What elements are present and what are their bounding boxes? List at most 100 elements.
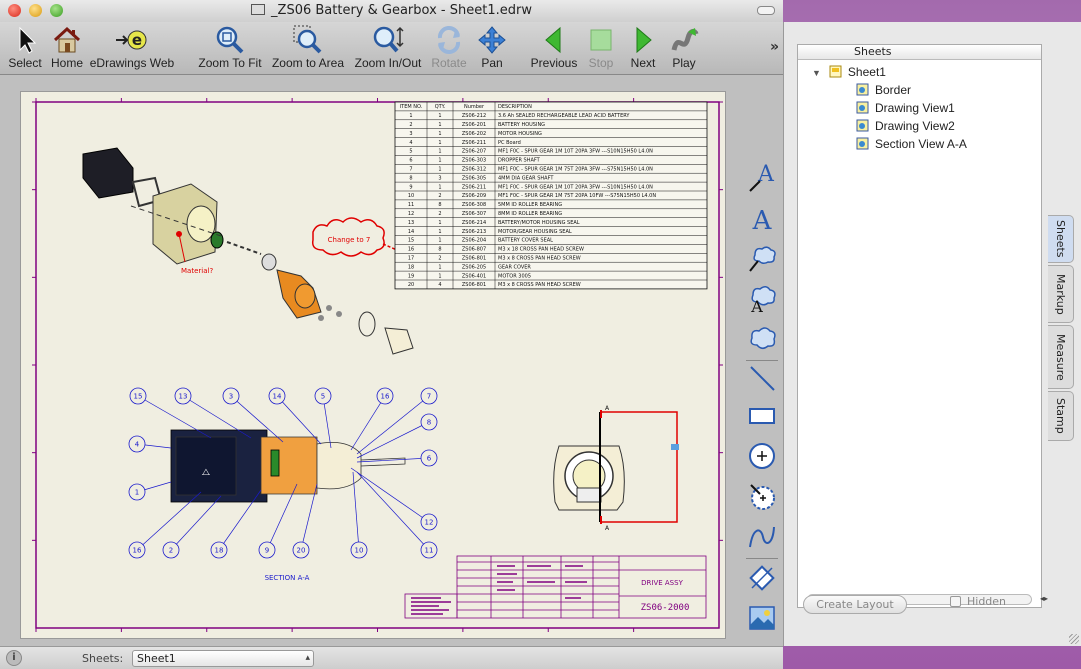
create-layout-button[interactable]: Create Layout xyxy=(803,595,907,614)
text-tool[interactable]: A xyxy=(744,200,780,236)
tab-stamp[interactable]: Stamp xyxy=(1048,391,1074,441)
bom-cell: ZS06-401 xyxy=(462,273,486,279)
bom-cell: 1 xyxy=(438,158,441,164)
bom-cell: DROPPER SHAFT xyxy=(498,158,541,164)
section-watermark-text: ⧍ xyxy=(202,468,211,478)
section-arrow-label-top: A xyxy=(605,405,610,412)
image-tool[interactable] xyxy=(744,600,780,636)
bom-cell: ZS06-307 xyxy=(462,211,486,217)
window-title: _ZS06 Battery & Gearbox - Sheet1.edrw xyxy=(271,3,532,18)
cloud-text-tool[interactable]: A xyxy=(744,280,780,316)
zoom-in-out-button[interactable]: Zoom In/Out xyxy=(350,24,426,74)
bom-cell: 4MM DIA GEAR SHAFT xyxy=(498,175,554,181)
svg-text:A: A xyxy=(752,206,773,233)
tree-item-drawing-view2[interactable]: Drawing View2 xyxy=(856,117,955,135)
scroll-arrows-icon[interactable]: ◂▸ xyxy=(1040,594,1048,603)
next-icon xyxy=(636,26,652,54)
zoom-window-button[interactable] xyxy=(50,4,63,17)
zoom-to-area-button[interactable]: Zoom to Area xyxy=(268,24,348,74)
zoom-area-icon xyxy=(293,25,322,54)
tab-markup[interactable]: Markup xyxy=(1048,265,1074,323)
svg-text:e: e xyxy=(132,31,142,49)
bom-cell: 2 xyxy=(438,193,441,199)
edrawings-web-button[interactable]: e eDrawings Web xyxy=(88,24,176,74)
tab-measure[interactable]: Measure xyxy=(1048,325,1074,389)
bom-cell: 12 xyxy=(408,211,414,217)
balloon-number: 5 xyxy=(321,393,325,401)
toolbar-toggle-button[interactable] xyxy=(757,6,775,15)
next-button[interactable]: Next xyxy=(624,24,662,74)
pan-button[interactable]: Pan xyxy=(472,24,512,74)
bom-cell: ZS06-209 xyxy=(462,193,486,199)
hidden-checkbox[interactable] xyxy=(950,596,961,607)
stop-button[interactable]: Stop xyxy=(584,24,618,74)
play-button[interactable]: Play xyxy=(664,24,704,74)
bom-cell: 13 xyxy=(408,220,414,226)
balloon-number: 4 xyxy=(135,441,140,449)
line-tool[interactable] xyxy=(744,360,780,396)
toolbar-overflow-button[interactable]: » xyxy=(770,39,779,55)
minimize-window-button[interactable] xyxy=(29,4,42,17)
zoom-to-fit-button[interactable]: Zoom To Fit xyxy=(194,24,266,74)
bom-cell: 4 xyxy=(438,282,441,288)
balloon-number: 15 xyxy=(134,393,143,401)
balloon-number: 13 xyxy=(179,393,188,401)
drawing-sheet[interactable]: Change to 7 Material? ITEM NO. QTY. Number… xyxy=(20,91,726,639)
bom-cell: 5 xyxy=(409,149,412,155)
bom-cell: BATTERY HOUSING xyxy=(498,122,545,128)
sheets-label: Sheets: xyxy=(82,652,124,665)
text-icon: A xyxy=(752,206,773,233)
spline-tool[interactable] xyxy=(744,518,780,554)
balloon-number: 20 xyxy=(297,547,306,555)
bom-cell: 1 xyxy=(409,113,412,119)
bom-cell: BATTERY/MOTOR HOUSING SEAL xyxy=(498,220,580,226)
bom-cell: 4 xyxy=(409,140,412,146)
tree-item-section-view[interactable]: Section View A-A xyxy=(856,135,967,153)
rotate-button[interactable]: Rotate xyxy=(428,24,470,74)
drawing-viewport[interactable]: Change to 7 Material? ITEM NO. QTY. Number… xyxy=(0,75,783,646)
info-button[interactable]: i xyxy=(6,650,22,666)
close-window-button[interactable] xyxy=(8,4,21,17)
cloud-tool[interactable] xyxy=(744,320,780,356)
select-button[interactable]: Select xyxy=(4,24,46,74)
bom-cell: ZS06-801 xyxy=(462,282,486,288)
balloon-number: 16 xyxy=(133,547,142,555)
tab-sheets[interactable]: Sheets xyxy=(1048,215,1074,263)
tree-item-border[interactable]: Border xyxy=(856,81,911,99)
dimension-tool[interactable] xyxy=(744,560,780,596)
sheet-icon xyxy=(829,65,842,78)
home-button[interactable]: Home xyxy=(46,24,88,74)
stop-icon xyxy=(590,29,612,51)
svg-text:A: A xyxy=(757,163,775,187)
rectangle-tool[interactable] xyxy=(744,398,780,434)
view-icon xyxy=(856,83,869,96)
sheets-select[interactable]: Sheet1 ▴▾ xyxy=(132,650,314,669)
bill-of-materials: ITEM NO. QTY. Number DESCRIPTION1 1 ZS06-212 3… xyxy=(394,101,708,290)
circle-leader-tool[interactable] xyxy=(744,478,780,514)
bom-cell: 2 xyxy=(438,256,441,262)
bom-cell: M3 x 8 CROSS PAN HEAD SCREW xyxy=(498,256,581,262)
disclosure-triangle-icon[interactable]: ▼ xyxy=(812,68,821,78)
bom-header: DESCRIPTION xyxy=(498,104,532,110)
bom-cell: 7 xyxy=(409,167,412,173)
title-bar[interactable]: _ZS06 Battery & Gearbox - Sheet1.edrw xyxy=(0,0,783,22)
text-leader-tool[interactable]: A xyxy=(744,160,780,196)
bom-cell: 2 xyxy=(438,211,441,217)
circle-tool[interactable] xyxy=(744,438,780,474)
resize-grip[interactable] xyxy=(1069,634,1079,644)
circle-leader-icon xyxy=(750,484,775,510)
tree-item-drawing-view1[interactable]: Drawing View1 xyxy=(856,99,955,117)
bom-cell: ZS06-201 xyxy=(462,122,486,128)
previous-button[interactable]: Previous xyxy=(530,24,578,74)
drawing-canvas: Change to 7 Material? ITEM NO. QTY. Number… xyxy=(32,98,723,632)
bom-cell: 16 xyxy=(408,247,414,253)
bom-cell: 1 xyxy=(438,131,441,137)
bom-cell: 14 xyxy=(408,229,414,235)
hidden-label: Hidden xyxy=(967,595,1007,608)
markup-tool-strip: A A A xyxy=(742,160,782,637)
bom-cell: 8 xyxy=(409,175,412,181)
tree-item-sheet1[interactable]: ▼ Sheet1 xyxy=(812,63,886,81)
balloon-number: 9 xyxy=(265,547,269,555)
zoom-fit-icon xyxy=(216,26,244,54)
cloud-leader-tool[interactable] xyxy=(744,240,780,276)
